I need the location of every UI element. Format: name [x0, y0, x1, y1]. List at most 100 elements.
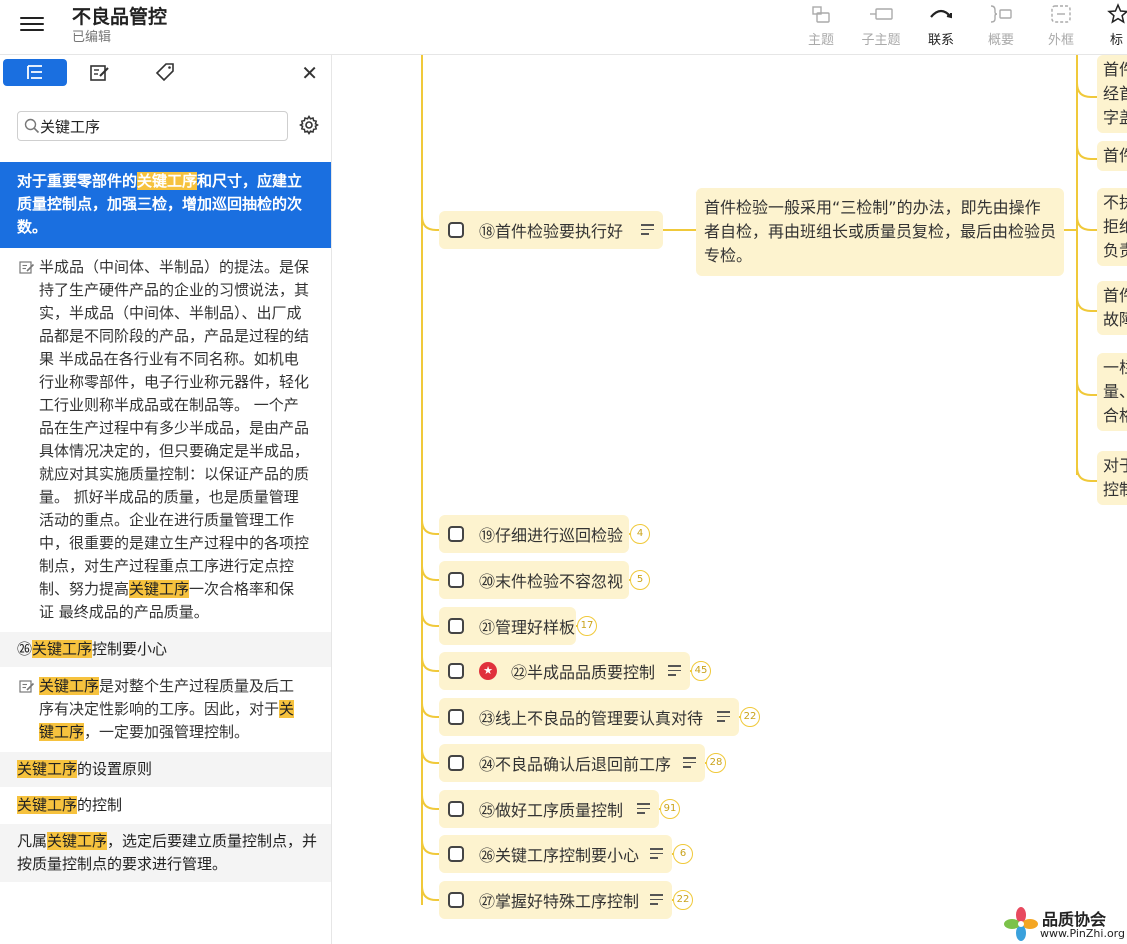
tab-notes[interactable]	[67, 59, 131, 86]
search-result-item[interactable]: 关键工序的设置原则	[0, 752, 331, 787]
collapsed-count-badge[interactable]: 4	[630, 524, 650, 544]
search-field[interactable]	[17, 111, 288, 141]
child-topic-text: 首件	[1103, 146, 1127, 165]
child-topic-text: 量、	[1103, 382, 1127, 401]
topic-node[interactable]: ⑲仔细进行巡回检验	[439, 515, 629, 553]
topic-label: ㉕做好工序质量控制	[479, 801, 624, 820]
search-result-item[interactable]: 半成品（中间体、半制品）的提法。是保持了生产硬件产品的企业的习惯说法，其实，半成…	[0, 248, 331, 632]
note-edit-icon	[90, 65, 109, 81]
collapsed-count-badge[interactable]: 28	[706, 753, 726, 773]
task-checkbox[interactable]	[448, 709, 464, 725]
save-status: 已编辑	[72, 30, 112, 45]
note-lines-icon[interactable]	[683, 757, 696, 771]
topic-node[interactable]: ㉕做好工序质量控制	[439, 790, 659, 828]
collapsed-count-badge[interactable]: 22	[740, 707, 760, 727]
child-topic-text: 合格	[1103, 406, 1127, 425]
child-topic-text: 对于	[1103, 456, 1127, 475]
task-checkbox[interactable]	[448, 801, 464, 817]
relationship-button[interactable]: 联系	[916, 0, 966, 55]
task-checkbox[interactable]	[448, 572, 464, 588]
task-checkbox[interactable]	[448, 526, 464, 542]
branch-line	[1076, 215, 1097, 231]
child-topic-text: 首件	[1103, 286, 1127, 305]
branch-line	[421, 565, 439, 581]
topic-label: 主题	[807, 33, 834, 48]
search-input[interactable]	[40, 114, 280, 138]
collapsed-count-badge[interactable]: 22	[673, 890, 693, 910]
topic-node[interactable]: ㉓线上不良品的管理要认真对待	[439, 698, 739, 736]
result-text: 控制要小心	[92, 640, 168, 658]
topic-label: ㉗掌握好特殊工序控制	[479, 892, 640, 911]
relationship-label: 联系	[927, 33, 954, 48]
topic-node[interactable]: ★ ㉒半成品品质要控制	[439, 652, 690, 690]
topic-node[interactable]: ⑳末件检验不容忽视	[439, 561, 629, 599]
child-topic-node[interactable]: 首件	[1097, 141, 1127, 171]
collapsed-count-badge[interactable]: 6	[673, 844, 693, 864]
search-result-item[interactable]: 凡属关键工序，选定后要建立质量控制点，并按质量控制点的要求进行管理。	[0, 824, 331, 882]
collapsed-count-badge[interactable]: 5	[630, 570, 650, 590]
marker-button[interactable]: 标	[1096, 0, 1127, 55]
child-topic-node[interactable]: 对于控制	[1097, 451, 1127, 505]
tab-labels[interactable]	[131, 59, 195, 86]
topic-node[interactable]: ㉔不良品确认后退回前工序	[439, 744, 705, 782]
mindmap-canvas[interactable]: ⑱首件检验要执行好 首件检验一般采用“三检制”的办法，即先由操作者自检，再由班组长…	[332, 55, 1127, 944]
match-highlight: 关键工序	[17, 796, 78, 814]
tab-outline[interactable]	[3, 59, 67, 86]
search-result-item[interactable]: 关键工序的控制	[0, 787, 331, 824]
topic-node[interactable]: ⑱首件检验要执行好	[439, 211, 663, 249]
summary-button[interactable]: 概要	[976, 0, 1026, 55]
child-topic-text: 负责	[1103, 241, 1127, 260]
note-lines-icon[interactable]	[641, 224, 654, 238]
note-lines-icon[interactable]	[637, 803, 650, 817]
result-text: 的控制	[77, 796, 123, 814]
search-results: 对于重要零部件的关键工序和尺寸，应建立质量控制点，加强三检，增加巡回抽检的次数。…	[0, 162, 331, 882]
child-topic-node[interactable]: 首件故障	[1097, 281, 1127, 335]
close-icon[interactable]: ✕	[301, 61, 318, 85]
search-result-item[interactable]: 关键工序是对整个生产过程质量及后工序有决定性影响的工序。因此，对于关键工序，一定…	[0, 667, 331, 752]
note-lines-icon[interactable]	[650, 848, 663, 862]
task-checkbox[interactable]	[448, 892, 464, 908]
note-lines-icon[interactable]	[668, 665, 681, 679]
settings-gear-icon[interactable]	[299, 115, 319, 135]
child-topic-text: 首件	[1103, 60, 1127, 79]
search-result-item[interactable]: ㉖关键工序控制要小心	[0, 632, 331, 667]
result-text: 半成品（中间体、半制品）的提法。是保持了生产硬件产品的企业的习惯说法，其实，半成…	[39, 258, 310, 598]
branch-line	[421, 611, 439, 627]
topic-button[interactable]: 主题	[796, 0, 846, 55]
child-topic-text: 控制	[1103, 480, 1127, 499]
child-topic-text: 不执	[1103, 193, 1127, 212]
boundary-button[interactable]: 外框	[1036, 0, 1086, 55]
sidebar-tabs: ✕	[0, 55, 331, 93]
task-checkbox[interactable]	[448, 846, 464, 862]
topic-label: ㉓线上不良品的管理要认真对待	[479, 709, 704, 728]
branch-line	[421, 519, 439, 535]
child-topic-node[interactable]: 一栏量、合格	[1097, 353, 1127, 431]
collapsed-count-badge[interactable]: 17	[577, 616, 597, 636]
priority-star-icon[interactable]: ★	[479, 662, 497, 680]
topic-node[interactable]: ㉖关键工序控制要小心	[439, 835, 672, 873]
task-checkbox[interactable]	[448, 755, 464, 771]
match-highlight: 关键工序	[17, 760, 78, 778]
match-highlight: 关键工序	[32, 640, 93, 658]
child-topic-node[interactable]: 不执拒绝负责	[1097, 188, 1127, 266]
task-checkbox[interactable]	[448, 663, 464, 679]
child-topic-text: 故障	[1103, 310, 1127, 329]
collapsed-count-badge[interactable]: 45	[691, 661, 711, 681]
child-topic-text: 经首	[1103, 84, 1127, 103]
child-topic-node[interactable]: 首件经首字盖	[1097, 55, 1127, 133]
task-checkbox[interactable]	[448, 618, 464, 634]
collapsed-count-badge[interactable]: 91	[660, 799, 680, 819]
description-node[interactable]: 首件检验一般采用“三检制”的办法，即先由操作者自检，再由班组长或质量员复检，最后…	[696, 188, 1064, 276]
subtopic-icon	[870, 8, 893, 20]
topic-node[interactable]: ㉗掌握好特殊工序控制	[439, 881, 672, 919]
note-lines-icon[interactable]	[650, 894, 663, 908]
menu-icon[interactable]	[20, 13, 44, 35]
task-checkbox[interactable]	[448, 222, 464, 238]
document-title[interactable]: 不良品管控	[72, 2, 167, 29]
subtopic-button[interactable]: 子主题	[856, 0, 906, 55]
search-result-item[interactable]: 对于重要零部件的关键工序和尺寸，应建立质量控制点，加强三检，增加巡回抽检的次数。	[0, 162, 331, 248]
boundary-icon	[1051, 5, 1071, 23]
note-lines-icon[interactable]	[717, 711, 730, 725]
branch-line	[421, 656, 439, 672]
topic-node[interactable]: ㉑管理好样板	[439, 607, 576, 645]
